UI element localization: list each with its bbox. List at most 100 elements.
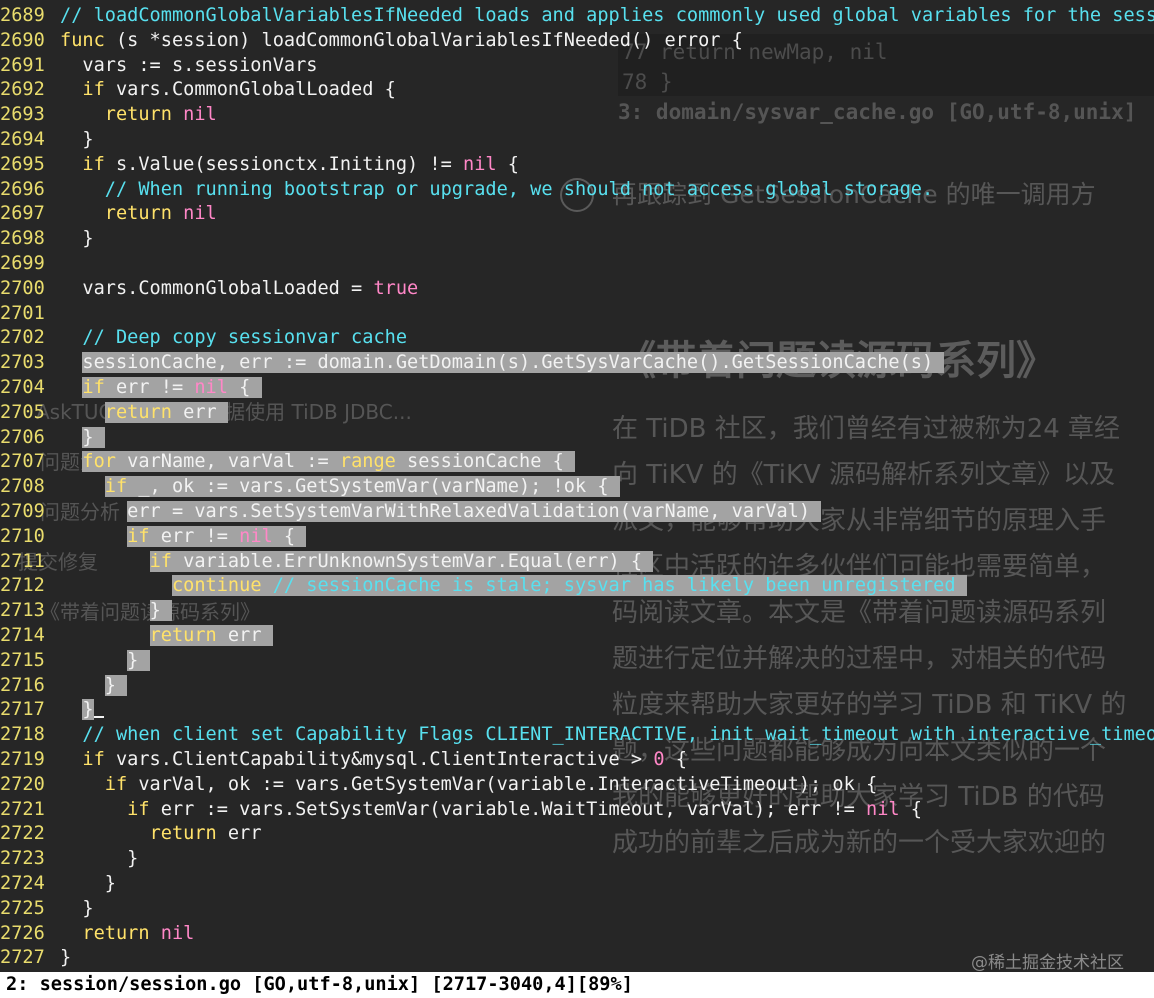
code-text: if err != nil { bbox=[82, 377, 262, 398]
code-text: if _, ok := vars.GetSystemVar(varName); … bbox=[104, 476, 620, 498]
line-number: 2702 bbox=[0, 327, 45, 349]
code-text: // When running bootstrap or upgrade, we… bbox=[104, 178, 934, 200]
line-number: 2721 bbox=[0, 798, 45, 820]
code-text: } bbox=[127, 848, 139, 870]
code-text: vars.CommonGlobalLoaded = true bbox=[82, 277, 419, 299]
code-line[interactable]: 2692 if vars.CommonGlobalLoaded { bbox=[0, 78, 396, 103]
code-text: if vars.CommonGlobalLoaded { bbox=[82, 79, 396, 101]
code-line[interactable]: 2694 } bbox=[0, 128, 94, 153]
code-text: if vars.ClientCapability&mysql.ClientInt… bbox=[82, 749, 687, 770]
line-number: 2706 bbox=[0, 426, 45, 448]
code-line[interactable]: 2724 } bbox=[0, 872, 116, 897]
line-number: 2695 bbox=[0, 153, 45, 175]
line-number: 2698 bbox=[0, 228, 45, 250]
code-line[interactable]: 2691 vars := s.sessionVars bbox=[0, 54, 317, 79]
code-line[interactable]: 2726 return nil bbox=[0, 922, 194, 947]
code-line[interactable]: 2711 if variable.ErrUnknownSystemVar.Equ… bbox=[0, 550, 654, 575]
code-line[interactable]: 2713 } bbox=[0, 599, 172, 624]
code-text: if err := vars.SetSystemVar(variable.Wai… bbox=[127, 798, 922, 820]
line-number: 2699 bbox=[0, 253, 45, 274]
line-number: 2693 bbox=[0, 104, 45, 126]
code-line[interactable]: 2697 return nil bbox=[0, 202, 217, 227]
code-text: } bbox=[82, 129, 94, 150]
code-text: sessionCache, err := domain.GetDomain(s)… bbox=[82, 352, 945, 374]
code-text: func (s *session) loadCommonGlobalVariab… bbox=[60, 29, 743, 51]
code-line[interactable]: 2699 bbox=[0, 252, 60, 277]
code-text: return nil bbox=[104, 203, 217, 225]
code-line[interactable]: 2693 return nil bbox=[0, 103, 217, 128]
code-text: } bbox=[60, 699, 104, 721]
code-line[interactable]: 2695 if s.Value(sessionctx.Initing) != n… bbox=[0, 153, 519, 178]
line-number: 2704 bbox=[0, 377, 45, 398]
vim-status-line: 2: session/session.go [GO,utf-8,unix] [2… bbox=[0, 972, 1154, 998]
code-line[interactable]: 2706 } bbox=[0, 426, 105, 451]
code-line[interactable]: 2698 } bbox=[0, 227, 94, 252]
line-number: 2718 bbox=[0, 724, 45, 746]
line-number: 2697 bbox=[0, 203, 45, 225]
code-text: // loadCommonGlobalVariablesIfNeeded loa… bbox=[60, 5, 1154, 26]
line-number: 2713 bbox=[0, 600, 45, 622]
code-text: continue // sessionCache is stale; sysva… bbox=[60, 575, 967, 597]
code-line[interactable]: 2708 if _, ok := vars.GetSystemVar(varNa… bbox=[0, 475, 620, 500]
code-line[interactable]: 2702 // Deep copy sessionvar cache bbox=[0, 326, 407, 351]
line-number: 2689 bbox=[0, 5, 45, 26]
code-line[interactable]: 2715 } bbox=[0, 649, 150, 674]
code-text: if s.Value(sessionctx.Initing) != nil { bbox=[82, 153, 519, 175]
watermark: @稀土掘金技术社区 bbox=[971, 953, 1124, 973]
line-number: 2701 bbox=[0, 302, 45, 324]
code-line[interactable]: 2721 if err := vars.SetSystemVar(variabl… bbox=[0, 798, 922, 823]
code-text: return nil bbox=[82, 922, 195, 944]
code-line[interactable]: 2720 if varVal, ok := vars.GetSystemVar(… bbox=[0, 773, 877, 798]
code-line[interactable]: 2703 sessionCache, err := domain.GetDoma… bbox=[0, 351, 945, 376]
line-number: 2720 bbox=[0, 773, 45, 795]
code-text: } bbox=[82, 426, 105, 448]
code-line[interactable]: 2705 return err bbox=[0, 401, 228, 426]
line-number: 2703 bbox=[0, 352, 45, 374]
line-number: 2712 bbox=[0, 575, 45, 597]
code-line[interactable]: 2723 } bbox=[0, 847, 138, 872]
line-number: 2716 bbox=[0, 674, 45, 696]
code-line[interactable]: 2722 return err bbox=[0, 822, 262, 847]
code-line[interactable]: 2717 } bbox=[0, 698, 104, 723]
code-line[interactable]: 2725 } bbox=[0, 897, 94, 922]
code-line[interactable]: 2716 } bbox=[0, 674, 128, 699]
code-text: } bbox=[149, 600, 172, 622]
code-line[interactable]: 2690 func (s *session) loadCommonGlobalVa… bbox=[0, 29, 743, 54]
vim-editor[interactable]: 2689 // loadCommonGlobalVariablesIfNeeded… bbox=[0, 0, 1154, 972]
code-line[interactable]: 2718 // when client set Capability Flags… bbox=[0, 723, 1154, 748]
code-text: err = vars.SetSystemVarWithRelaxedValida… bbox=[127, 501, 822, 522]
code-line[interactable]: 2712 continue // sessionCache is stale; … bbox=[0, 574, 967, 599]
code-line[interactable]: 2696 // When running bootstrap or upgrad… bbox=[0, 178, 933, 203]
code-text: return err bbox=[149, 625, 273, 646]
code-text: } bbox=[82, 228, 94, 250]
code-line[interactable]: 2701 bbox=[0, 302, 60, 327]
line-number: 2708 bbox=[0, 476, 45, 498]
code-line[interactable]: 2689 // loadCommonGlobalVariablesIfNeeded… bbox=[0, 4, 1154, 29]
code-line[interactable]: 2704 if err != nil { bbox=[0, 376, 262, 401]
code-line[interactable]: 2714 return err bbox=[0, 624, 273, 649]
code-text: // when client set Capability Flags CLIE… bbox=[82, 724, 1154, 746]
line-number: 2726 bbox=[0, 922, 45, 944]
line-number: 2690 bbox=[0, 29, 45, 51]
line-number: 2715 bbox=[0, 649, 45, 671]
code-line[interactable]: 2710 if err != nil { bbox=[0, 525, 307, 550]
code-line[interactable]: 2700 vars.CommonGlobalLoaded = true bbox=[0, 277, 418, 302]
code-text: if err != nil { bbox=[127, 525, 307, 547]
line-number: 2709 bbox=[0, 501, 45, 522]
line-number: 2692 bbox=[0, 79, 45, 101]
line-number: 2717 bbox=[0, 699, 45, 721]
line-number: 2694 bbox=[0, 129, 45, 150]
code-text: } bbox=[82, 897, 94, 919]
code-text: for varName, varVal := range sessionCach… bbox=[82, 451, 575, 473]
line-number: 2724 bbox=[0, 873, 45, 894]
code-text: return err bbox=[149, 823, 262, 845]
line-number: 2714 bbox=[0, 625, 45, 646]
code-line[interactable]: 2709 err = vars.SetSystemVarWithRelaxedV… bbox=[0, 500, 822, 525]
line-number: 2722 bbox=[0, 823, 45, 845]
code-line[interactable]: 2719 if vars.ClientCapability&mysql.Clie… bbox=[0, 748, 687, 773]
code-text: } bbox=[104, 873, 116, 894]
code-line[interactable]: 2727} bbox=[0, 946, 71, 971]
code-line[interactable]: 2707 for varName, varVal := range sessio… bbox=[0, 450, 575, 475]
code-text: if variable.ErrUnknownSystemVar.Equal(er… bbox=[149, 550, 654, 572]
line-number: 2700 bbox=[0, 277, 45, 299]
